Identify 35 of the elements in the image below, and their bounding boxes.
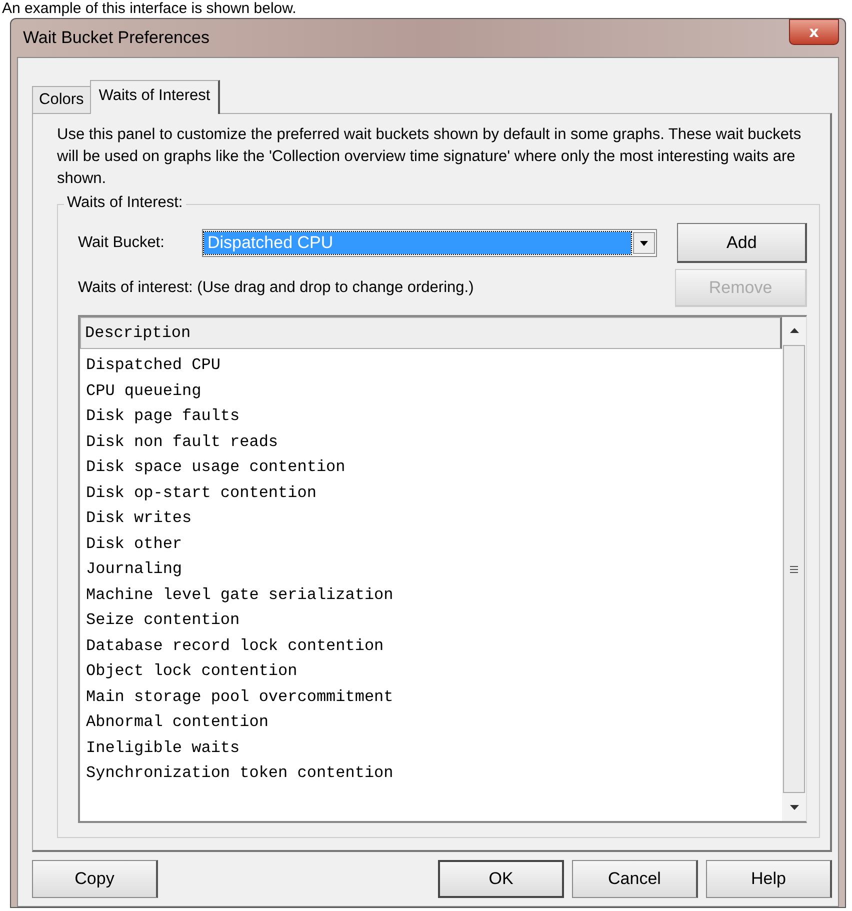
- scroll-down-icon: [790, 805, 798, 811]
- list-item[interactable]: Disk writes: [80, 506, 782, 532]
- list-item[interactable]: Abnormal contention: [80, 710, 782, 736]
- add-button[interactable]: Add: [677, 223, 807, 263]
- dialog-button[interactable]: Help: [706, 860, 832, 898]
- list-item[interactable]: Machine level gate serialization: [80, 582, 782, 608]
- list-item[interactable]: Dispatched CPU: [80, 353, 782, 378]
- list-item[interactable]: Synchronization token contention: [80, 761, 782, 786]
- caption-text: An example of this interface is shown below.: [1, 0, 298, 18]
- bucket-label: Wait Bucket:: [78, 234, 166, 252]
- list-item[interactable]: Journaling: [80, 557, 782, 582]
- grip-icon: [790, 566, 798, 572]
- list-item[interactable]: Database record lock contention: [80, 634, 782, 659]
- list-item[interactable]: Ineligible waits: [80, 736, 782, 761]
- list-item[interactable]: Disk non fault reads: [80, 430, 782, 455]
- scroll-up-icon: [790, 327, 798, 333]
- list-item[interactable]: Seize contention: [80, 608, 782, 634]
- intro-text: Use this panel to customize the preferred wait buckets shown by default in some graphs. These wait buckets will be used on graphs like the 'Collection overview time signature' where only the most interesting waits are shown.: [57, 125, 802, 189]
- tab[interactable]: Colors: [32, 86, 91, 114]
- window-title: Wait Bucket Preferences: [22, 28, 210, 48]
- list-label: Waits of interest: (Use drag and drop to change ordering.): [78, 279, 474, 297]
- list-item[interactable]: Disk other: [80, 532, 782, 557]
- dialog-button[interactable]: Cancel: [572, 860, 698, 898]
- list-item[interactable]: Main storage pool overcommitment: [80, 684, 782, 710]
- scroll-thumb[interactable]: [783, 345, 805, 793]
- list-item[interactable]: Disk space usage contention: [80, 455, 782, 480]
- list-item[interactable]: Object lock contention: [80, 659, 782, 684]
- tab[interactable]: Waits of Interest: [90, 80, 220, 114]
- list-item[interactable]: Disk op-start contention: [80, 480, 782, 506]
- list-item[interactable]: CPU queueing: [80, 378, 782, 404]
- list-item[interactable]: Disk page faults: [80, 404, 782, 430]
- dialog-button[interactable]: Copy: [32, 860, 158, 898]
- scrollbar[interactable]: [782, 317, 806, 821]
- dialog-button[interactable]: OK: [438, 860, 564, 898]
- column-header[interactable]: Description: [80, 317, 782, 349]
